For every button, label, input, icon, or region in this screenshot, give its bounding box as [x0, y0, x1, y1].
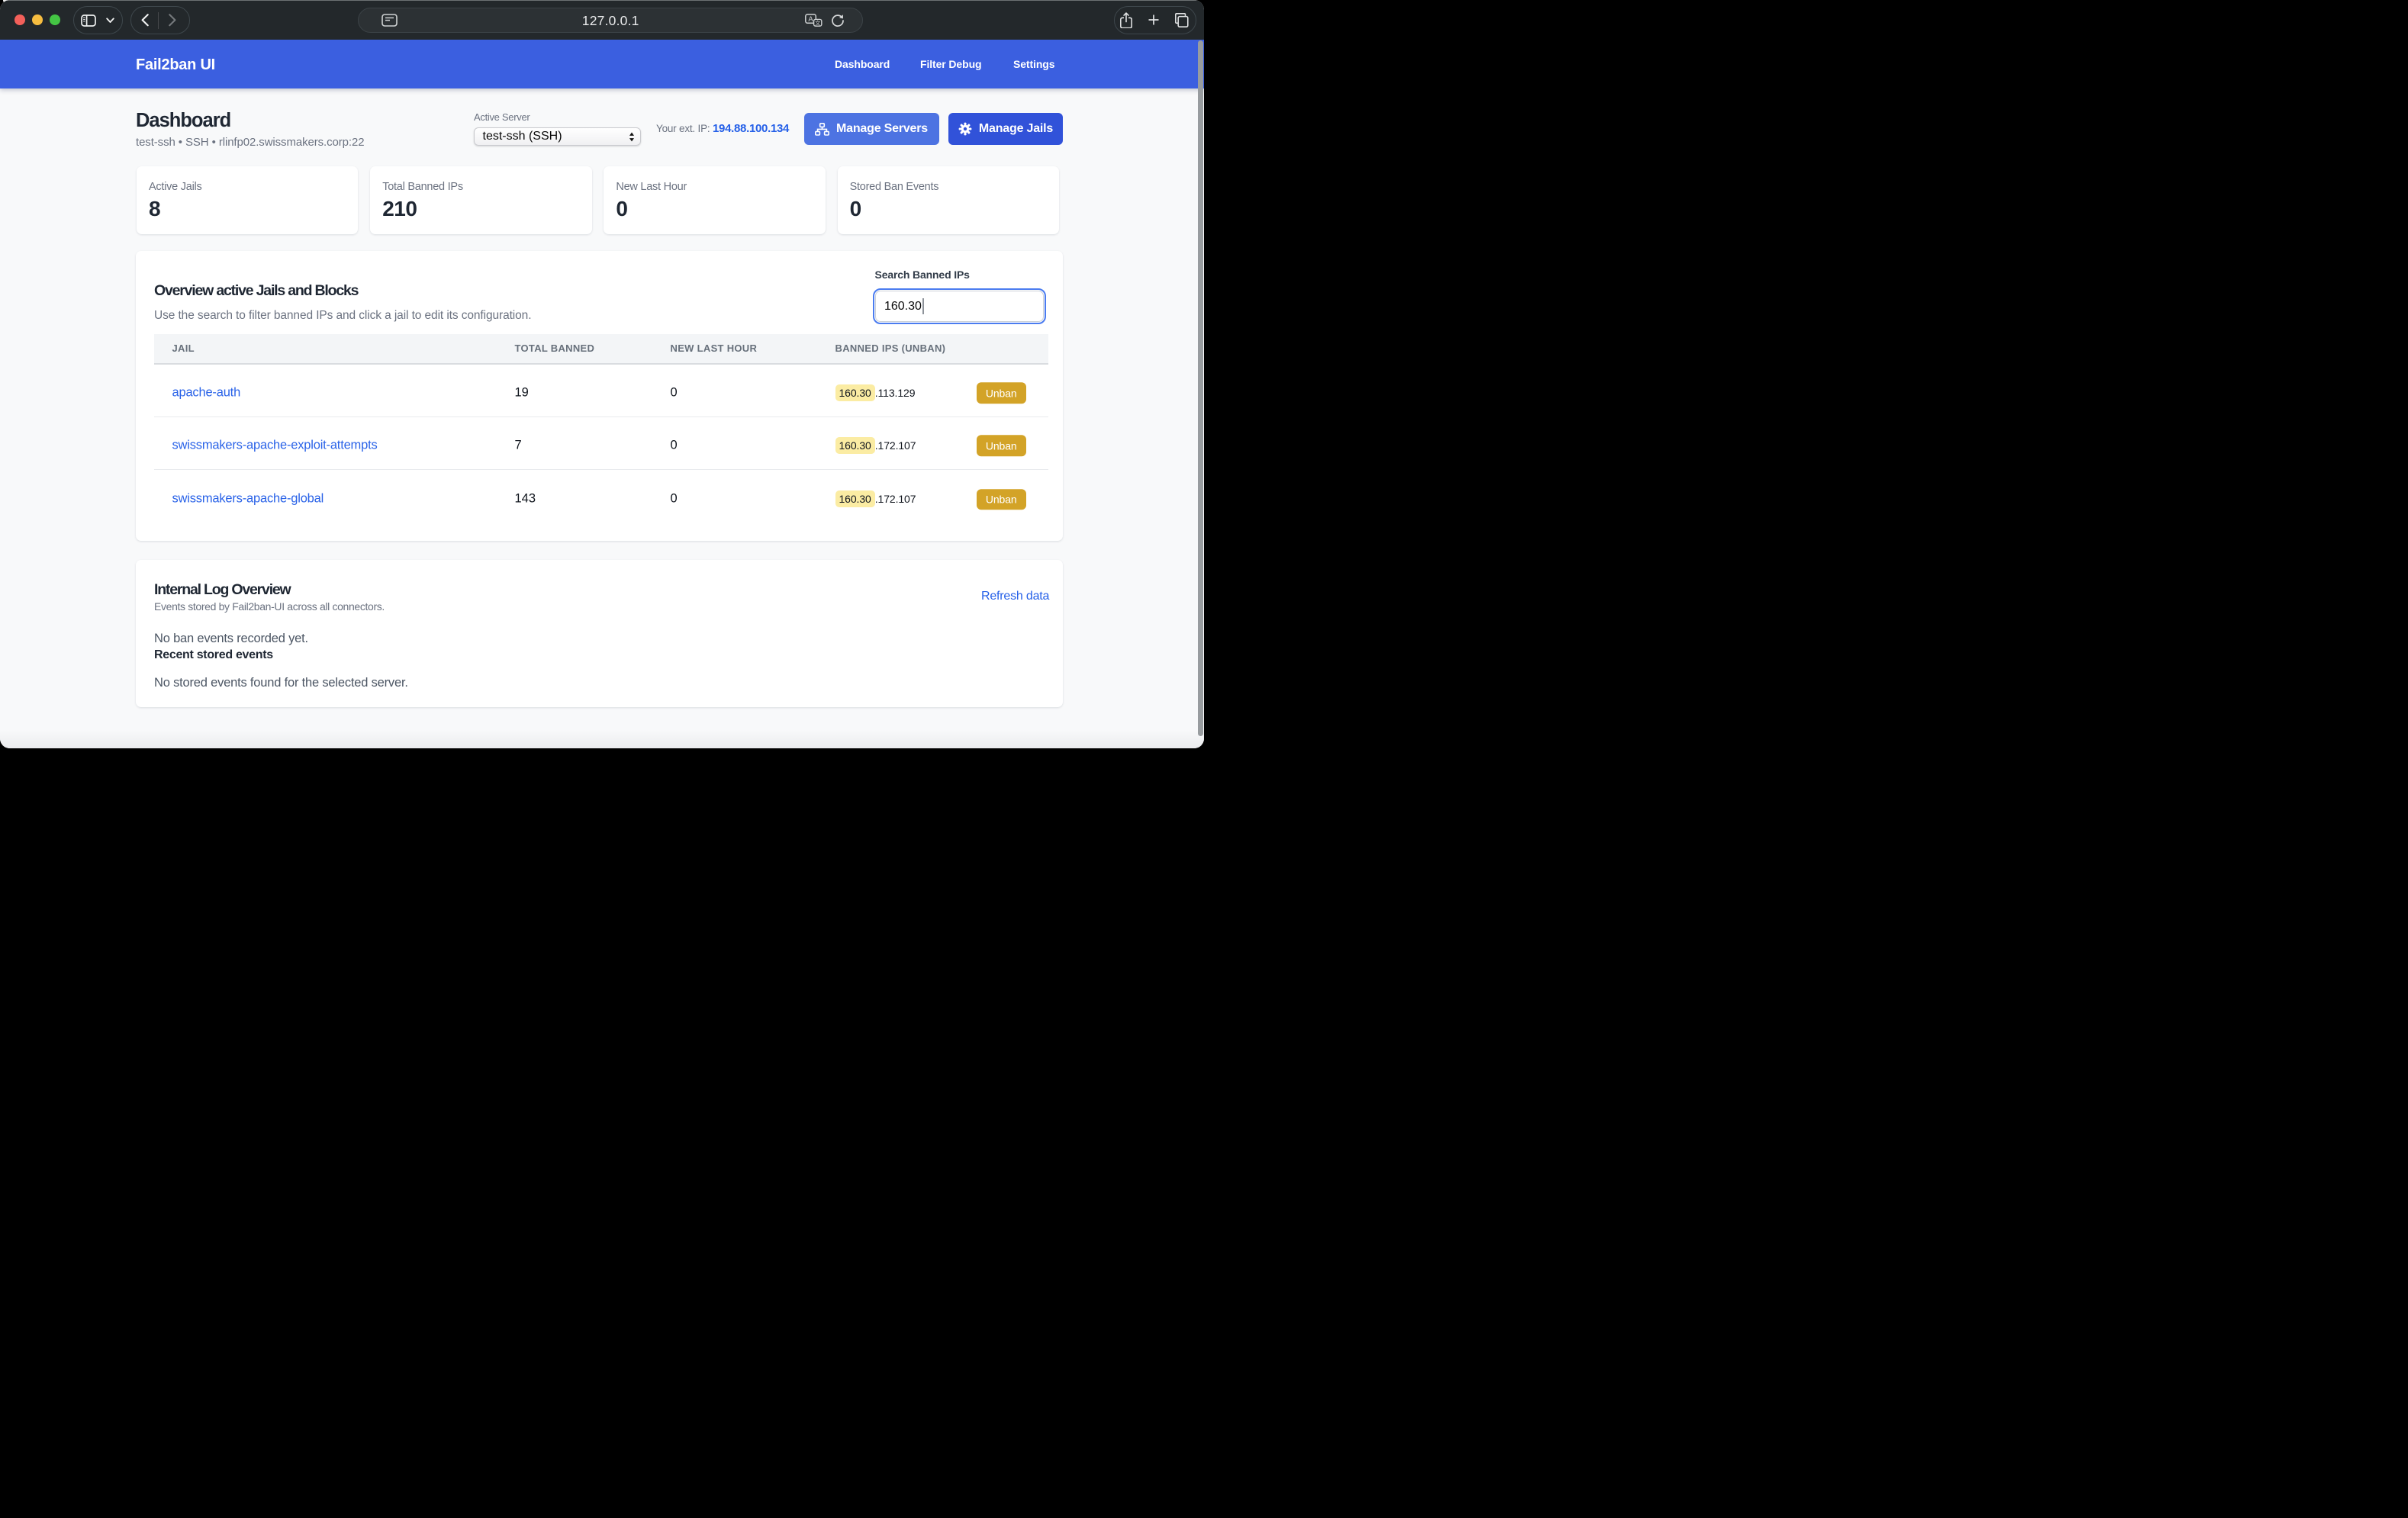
svg-text:A: A — [808, 15, 813, 24]
svg-text:文: 文 — [815, 19, 820, 26]
